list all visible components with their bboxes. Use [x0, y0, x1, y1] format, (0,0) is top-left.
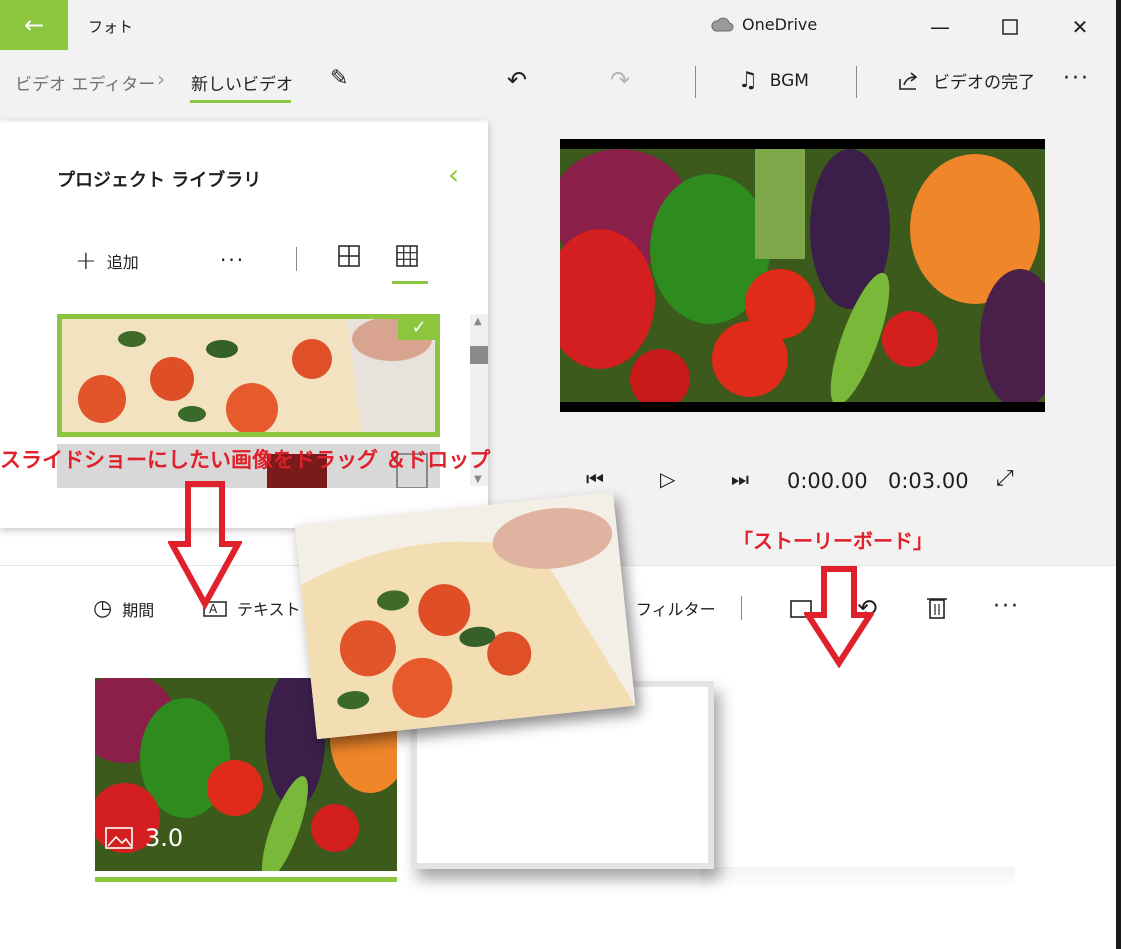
tile-duration: 3.0 [105, 824, 183, 852]
more-icon[interactable]: ··· [1063, 66, 1090, 91]
previous-frame-button[interactable]: ⏮ [586, 467, 604, 491]
minimize-button[interactable]: — [920, 10, 960, 44]
toolbar-divider [856, 66, 857, 98]
video-preview[interactable] [560, 139, 1045, 412]
dragged-pizza-image[interactable] [294, 491, 636, 740]
pencil-icon[interactable]: ✎ [330, 66, 348, 91]
add-label: 追加 [106, 253, 139, 272]
tile-duration-label: 3.0 [145, 824, 184, 852]
image-icon [105, 827, 133, 849]
library-more-icon[interactable]: ··· [220, 248, 245, 272]
toolbar-divider [695, 66, 696, 98]
finish-video-button[interactable]: ビデオの完了 [897, 68, 1035, 93]
tile-selected-underline [95, 877, 397, 882]
pizza-image [62, 319, 435, 432]
library-divider [296, 247, 297, 271]
view-selected-underline [392, 281, 428, 284]
back-button[interactable]: ← [0, 0, 68, 50]
plus-icon: + [75, 246, 97, 276]
bgm-button[interactable]: ♫ BGM [738, 68, 809, 93]
duration-label: 期間 [122, 600, 155, 620]
breadcrumb-root[interactable]: ビデオ エディター [15, 70, 155, 95]
window-edge [1116, 0, 1121, 949]
back-arrow-icon: ← [23, 11, 45, 39]
close-icon: ✕ [1071, 15, 1089, 39]
add-button[interactable]: + 追加 [75, 246, 139, 276]
share-icon [899, 71, 918, 90]
cloud-icon [711, 17, 734, 31]
minimize-icon: — [930, 15, 950, 39]
onedrive-label: OneDrive [742, 15, 818, 34]
breadcrumb-current: 新しいビデオ [191, 75, 293, 95]
duration-button[interactable]: ◷ 期間 [93, 596, 154, 621]
play-button[interactable]: ▷ [660, 467, 675, 491]
clock-icon: ◷ [93, 596, 113, 621]
breadcrumb-underline [190, 100, 291, 103]
vegetables-image [560, 139, 1045, 412]
filter-label: フィルター [636, 600, 716, 619]
scroll-down-icon[interactable]: ▼ [474, 474, 482, 485]
bgm-label: BGM [769, 70, 809, 91]
undo-icon[interactable]: ↶ [507, 66, 527, 94]
library-thumbnail-pizza[interactable] [57, 314, 440, 437]
selected-checkmark-icon[interactable]: ✓ [398, 314, 440, 340]
collapse-panel-icon[interactable]: ‹ [448, 158, 459, 191]
trash-icon[interactable] [926, 594, 948, 624]
storyboard-empty-slot [700, 867, 1015, 889]
drag-instruction-annotation: スライドショーにしたい画像をドラッグ ＆ドロップ [0, 448, 491, 472]
next-frame-button[interactable]: ⏭ [731, 467, 749, 491]
onedrive-indicator[interactable]: OneDrive [710, 15, 817, 34]
filter-button[interactable]: フィルター [636, 596, 716, 620]
maximize-button[interactable] [990, 10, 1030, 44]
fullscreen-icon[interactable]: ⤢ [996, 466, 1014, 491]
red-down-arrow-icon [168, 481, 242, 610]
small-grid-view-icon[interactable] [396, 245, 418, 273]
storyboard-annotation: 「ストーリーボード」 [733, 529, 933, 553]
storyboard-more-icon[interactable]: ··· [993, 594, 1020, 619]
music-note-icon: ♫ [738, 68, 758, 93]
chevron-right-icon: › [157, 67, 165, 91]
current-time: 0:00.00 [787, 469, 868, 493]
finish-video-label: ビデオの完了 [933, 73, 1035, 93]
text-label: テキスト [237, 600, 301, 619]
scrollbar-thumb[interactable] [470, 346, 488, 364]
pizza-drag-image [294, 491, 636, 740]
redo-icon[interactable]: ↷ [610, 66, 630, 94]
red-down-arrow-icon [804, 566, 874, 669]
close-button[interactable]: ✕ [1060, 10, 1100, 44]
scroll-up-icon[interactable]: ▲ [474, 316, 482, 327]
total-time: 0:03.00 [888, 469, 969, 493]
toolbar-divider [741, 596, 742, 620]
maximize-icon [1002, 19, 1018, 35]
large-grid-view-icon[interactable] [338, 245, 360, 273]
project-library-title: プロジェクト ライブラリ [57, 170, 262, 191]
app-title: フォト [88, 18, 134, 36]
